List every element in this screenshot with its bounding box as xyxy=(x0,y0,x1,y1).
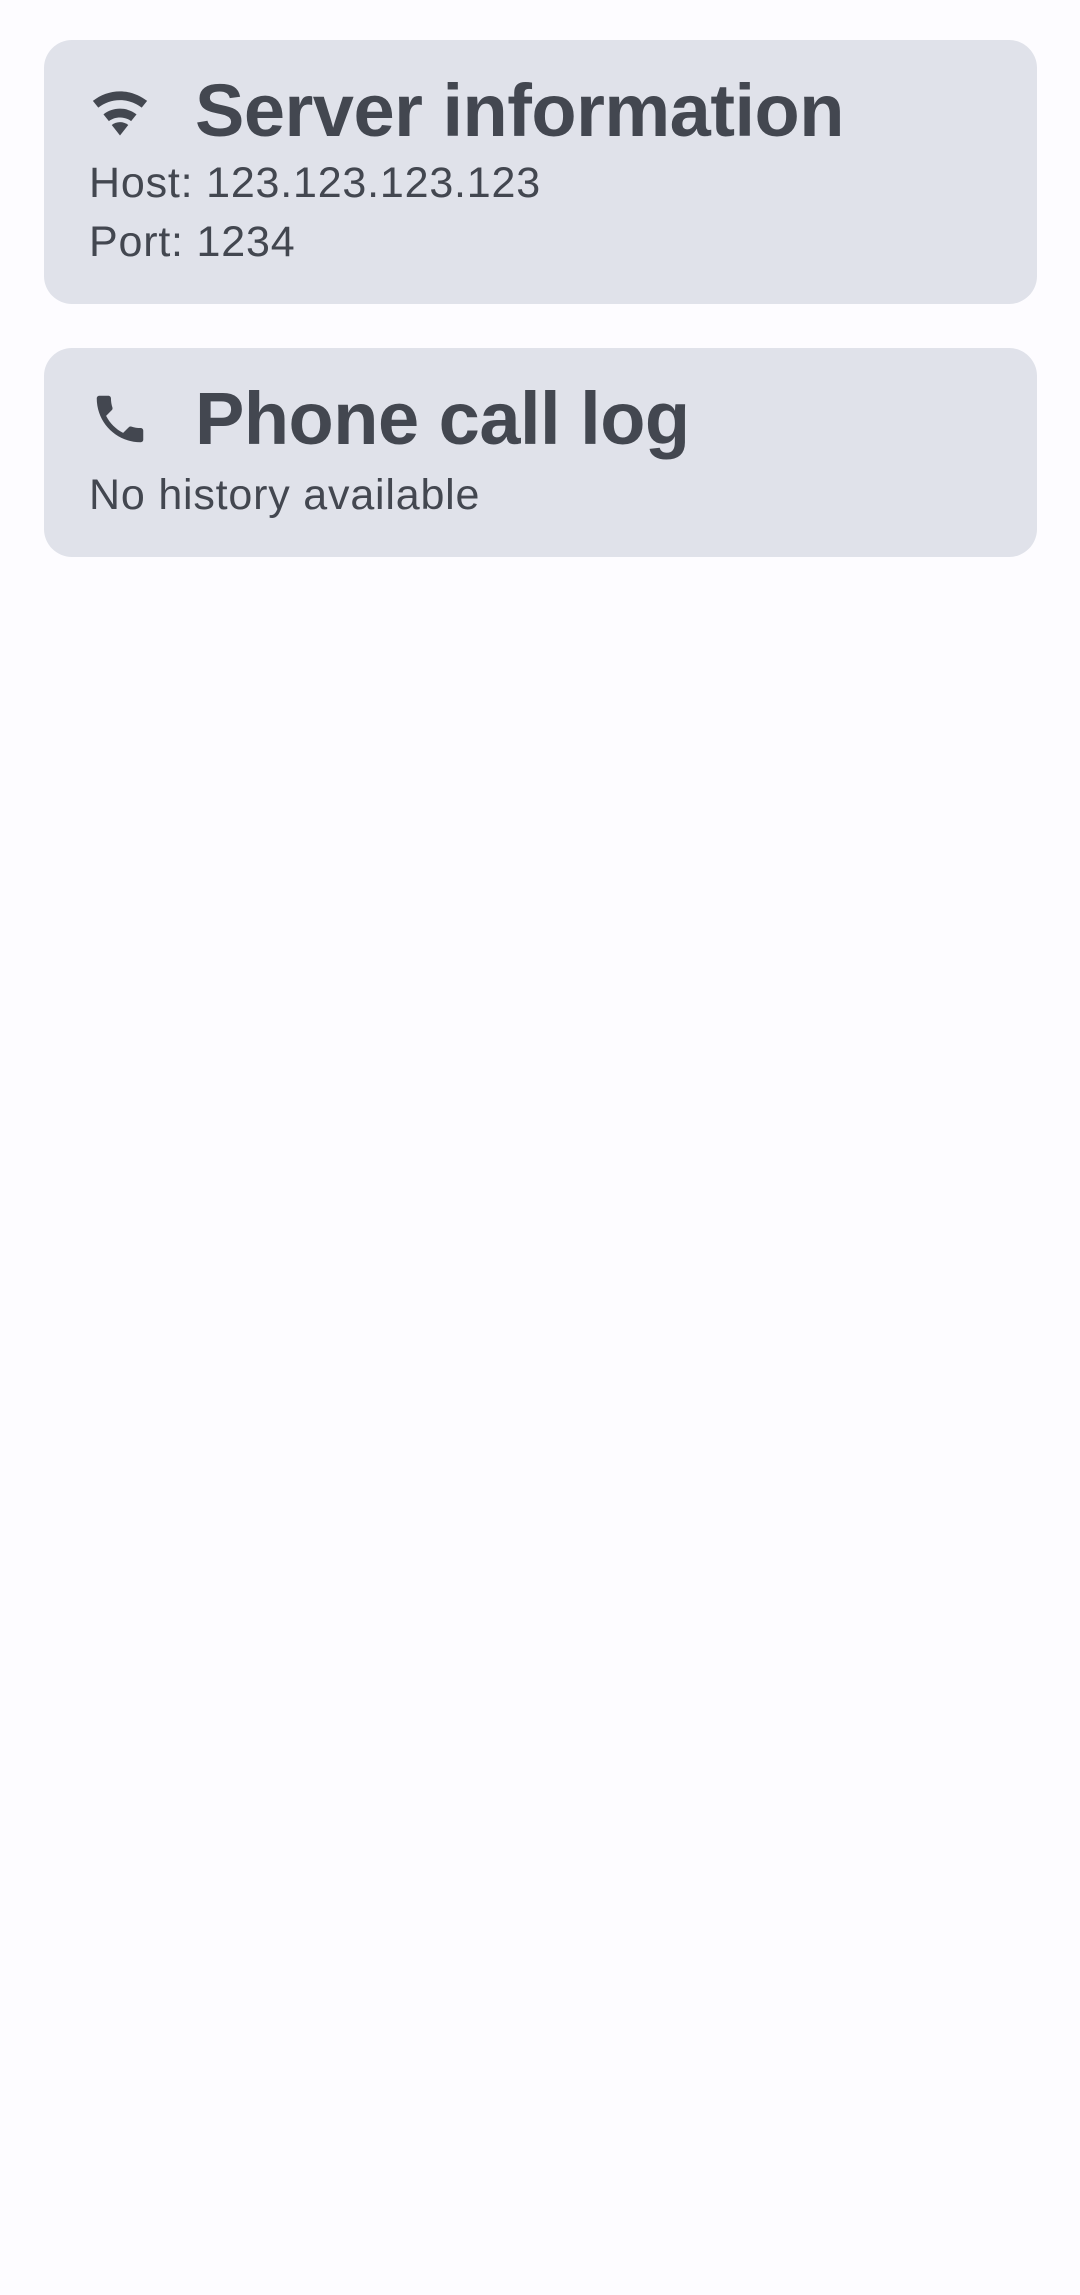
server-information-card: Server information Host: 123.123.123.123… xyxy=(44,40,1037,304)
wifi-icon xyxy=(89,80,151,142)
phone-icon xyxy=(89,388,151,450)
call-log-empty-text: No history available xyxy=(89,471,481,519)
server-port-text: Port: 1234 xyxy=(89,218,296,266)
server-information-header: Server information xyxy=(89,68,992,154)
phone-call-log-card: Phone call log No history available xyxy=(44,348,1037,557)
phone-call-log-title: Phone call log xyxy=(195,377,690,460)
server-information-title: Server information xyxy=(195,69,844,152)
server-host-text: Host: 123.123.123.123 xyxy=(89,159,541,207)
app-screen: Server information Host: 123.123.123.123… xyxy=(0,0,1080,2295)
phone-call-log-header: Phone call log xyxy=(89,376,992,462)
